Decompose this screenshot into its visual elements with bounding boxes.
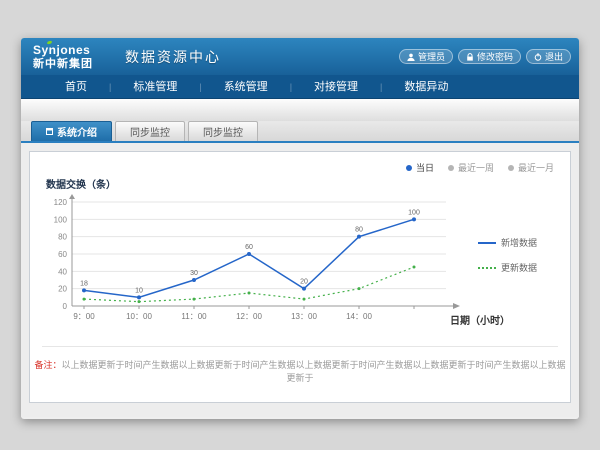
tab-system-intro[interactable]: 系统介绍 xyxy=(31,121,112,141)
lock-icon xyxy=(466,53,474,61)
legend-dot-icon xyxy=(406,165,412,171)
line-chart: 0 20 40 60 80 100 120 9：00 10：00 11：00 12：00 13：00 1… xyxy=(42,194,482,334)
svg-text:60: 60 xyxy=(58,250,67,259)
logo: Synjones 新中新集团 xyxy=(29,44,115,70)
svg-text:9：00: 9：00 xyxy=(73,312,95,321)
svg-text:18: 18 xyxy=(80,280,88,287)
svg-text:80: 80 xyxy=(355,227,363,234)
svg-text:40: 40 xyxy=(58,267,67,276)
tab-sync-monitor-2[interactable]: 同步监控 xyxy=(188,121,258,141)
page-title: 数据资源中心 xyxy=(125,47,221,67)
footnote-text: 以上数据更新于时间产生数据以上数据更新于时间产生数据以上数据更新于时间产生数据以… xyxy=(62,360,566,383)
logo-subtitle: 新中新集团 xyxy=(33,59,115,70)
document-icon xyxy=(46,128,53,135)
svg-text:60: 60 xyxy=(245,244,253,251)
svg-text:10：00: 10：00 xyxy=(126,312,152,321)
nav-item-standard-mgmt[interactable]: 标准管理 xyxy=(111,75,199,99)
chart-canvas: 0 20 40 60 80 100 120 9：00 10：00 11：00 12：00 13：00 1… xyxy=(42,194,482,334)
nav-item-data-changes[interactable]: 数据异动 xyxy=(382,75,470,99)
solid-line-icon xyxy=(478,242,496,244)
logout-button[interactable]: 退出 xyxy=(526,49,571,64)
range-filter-legend: 当日 最近一周 最近一月 xyxy=(406,161,554,174)
app-window: Synjones 新中新集团 数据资源中心 管理员 修改密码 xyxy=(21,38,579,419)
user-icon xyxy=(407,53,415,61)
svg-text:100: 100 xyxy=(54,215,68,224)
legend-new-data[interactable]: 新增数据 xyxy=(478,236,537,249)
svg-text:0: 0 xyxy=(63,302,68,311)
logo-text: Synjones xyxy=(33,44,115,56)
filter-last-week[interactable]: 最近一周 xyxy=(448,161,494,174)
legend-dot-icon xyxy=(508,165,514,171)
header-actions: 管理员 修改密码 退出 xyxy=(399,49,571,64)
svg-text:80: 80 xyxy=(58,233,67,242)
content-area: 当日 最近一周 最近一月 数据交换（条） 0 20 40 60 80 100 120 9：00… xyxy=(21,143,579,417)
power-icon xyxy=(534,53,542,61)
svg-text:12：00: 12：00 xyxy=(236,312,262,321)
divider xyxy=(42,346,558,347)
filter-last-month[interactable]: 最近一月 xyxy=(508,161,554,174)
svg-text:13：00: 13：00 xyxy=(291,312,317,321)
toolbar-strip xyxy=(21,99,579,121)
legend-updated-data[interactable]: 更新数据 xyxy=(478,261,537,274)
svg-text:20: 20 xyxy=(58,285,67,294)
nav-item-home[interactable]: 首页 xyxy=(43,75,109,99)
nav-item-system-mgmt[interactable]: 系统管理 xyxy=(202,75,290,99)
svg-text:120: 120 xyxy=(54,198,68,207)
change-password-button[interactable]: 修改密码 xyxy=(458,49,521,64)
svg-text:20: 20 xyxy=(300,279,308,286)
svg-text:14：00: 14：00 xyxy=(346,312,372,321)
tab-bar: 系统介绍 同步监控 同步监控 xyxy=(21,121,579,143)
tab-sync-monitor-1[interactable]: 同步监控 xyxy=(115,121,185,141)
footnote-label: 备注： xyxy=(34,360,61,370)
series-legend: 新增数据 更新数据 xyxy=(478,236,537,274)
svg-text:100: 100 xyxy=(408,209,420,216)
main-nav: 首页 | 标准管理 | 系统管理 | 对接管理 | 数据异动 xyxy=(21,75,579,99)
chart-panel: 当日 最近一周 最近一月 数据交换（条） 0 20 40 60 80 100 120 9：00… xyxy=(29,151,571,403)
filter-today[interactable]: 当日 xyxy=(406,161,434,174)
legend-dot-icon xyxy=(448,165,454,171)
nav-item-connection-mgmt[interactable]: 对接管理 xyxy=(292,75,380,99)
y-axis-title: 数据交换（条） xyxy=(46,176,116,191)
svg-text:10: 10 xyxy=(135,287,143,294)
desktop-background: Synjones 新中新集团 数据资源中心 管理员 修改密码 xyxy=(0,0,600,450)
svg-text:30: 30 xyxy=(190,270,198,277)
footnote: 备注：以上数据更新于时间产生数据以上数据更新于时间产生数据以上数据更新于时间产生… xyxy=(30,358,570,384)
x-axis-title: 日期（小时） xyxy=(450,312,510,327)
svg-text:11：00: 11：00 xyxy=(181,312,207,321)
dotted-line-icon xyxy=(478,267,496,269)
user-button[interactable]: 管理员 xyxy=(399,49,453,64)
app-header: Synjones 新中新集团 数据资源中心 管理员 修改密码 xyxy=(21,38,579,75)
